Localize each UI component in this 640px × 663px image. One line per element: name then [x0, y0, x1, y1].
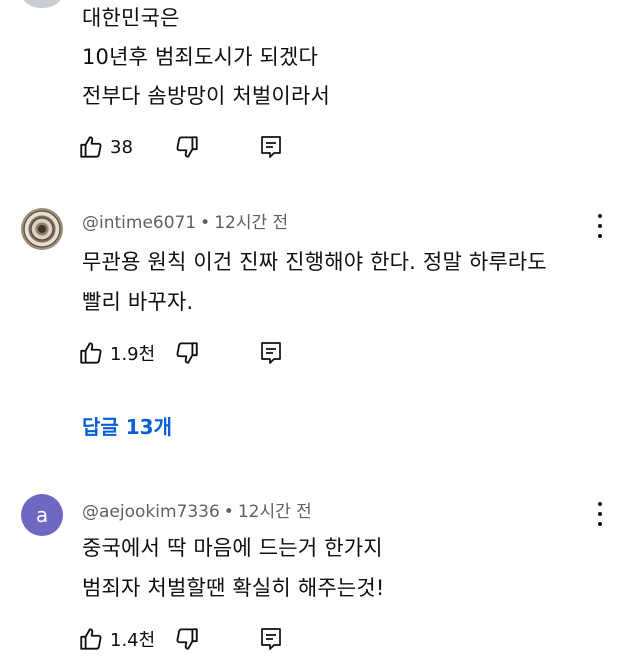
thumb-down-icon [176, 628, 198, 650]
like-button[interactable]: 1.4천 [78, 623, 155, 655]
comment-3: a @aejookim7336 • 12시간 전 중국에서 딱 마음에 드는거 한가… [0, 0, 640, 663]
comment-text-line: 중국에서 딱 마음에 드는거 한가지 [82, 536, 383, 560]
avatar[interactable]: a [21, 494, 63, 536]
separator-dot: • [223, 502, 234, 522]
like-count: 1.4천 [110, 630, 156, 651]
comment-text-line: 범죄자 처벌할땐 확실히 해주는것! [82, 576, 385, 600]
reply-button[interactable] [259, 623, 283, 655]
comment-meta: @aejookim7336 • 12시간 전 [82, 497, 312, 522]
timestamp[interactable]: 12시간 전 [238, 502, 312, 522]
comment-actions: 1.4천 [78, 623, 318, 655]
author-name[interactable]: @aejookim7336 [82, 502, 220, 522]
reply-icon [261, 628, 281, 650]
dislike-button[interactable] [174, 623, 200, 655]
more-options-button[interactable] [588, 499, 612, 529]
thumb-up-icon [80, 628, 102, 650]
